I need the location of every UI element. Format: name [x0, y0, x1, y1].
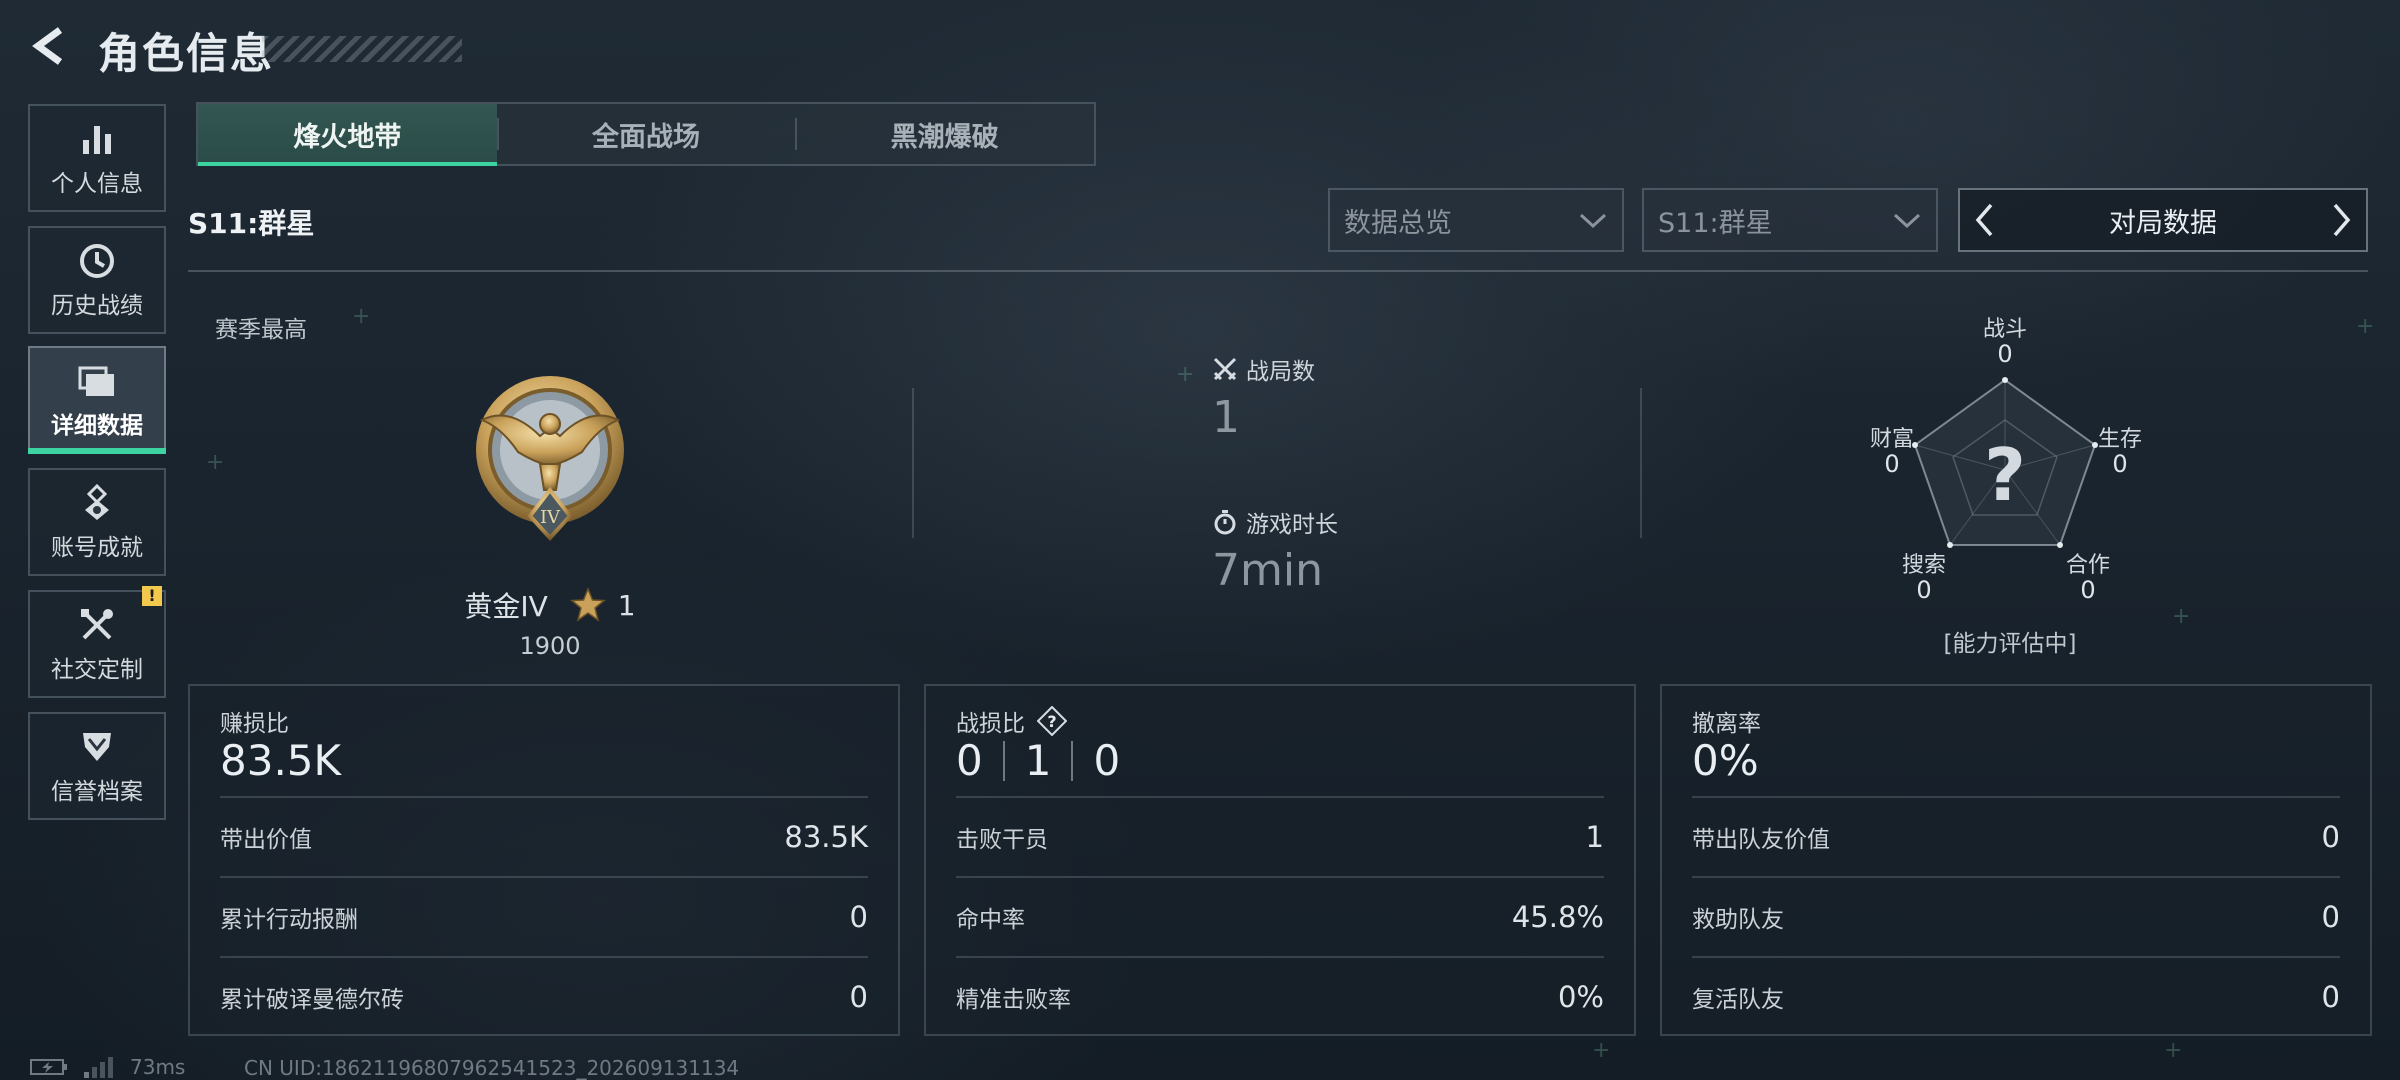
svg-text:IV: IV [540, 507, 561, 528]
crossed-swords-icon [1213, 357, 1237, 381]
rank-name: 黄金IV [464, 590, 548, 623]
divider [188, 270, 2368, 272]
stat-row: 击败干员 1 [956, 796, 1604, 876]
profit-ratio-card: 赚损比 83.5K 带出价值 83.5K 累计行动报酬 0 累计破译曼德尔砖 0 [188, 684, 900, 1036]
chevron-down-icon [1579, 213, 1607, 229]
notification-badge: ! [142, 586, 162, 606]
help-icon[interactable]: ? [1037, 706, 1067, 736]
rank-score: 1900 [519, 632, 581, 660]
star-count: 1 [617, 588, 636, 622]
battery-charging-icon [30, 1059, 67, 1075]
title-decoration [262, 36, 462, 62]
stat-row: 带出队友价值 0 [1692, 796, 2340, 876]
matches-label: 战局数 [1246, 359, 1315, 385]
radar-label-survival: 生存 0 [2097, 427, 2142, 478]
kd-value-kills: 0 [956, 736, 983, 785]
stopwatch-icon [1214, 510, 1236, 535]
tab-full-battlefield[interactable]: 全面战场 [496, 104, 796, 164]
season-best-label: 赛季最高 [215, 317, 307, 343]
mode-tabs: 烽火地带 全面战场 黑潮爆破 [196, 102, 1096, 166]
divider [912, 388, 914, 538]
radar-label-cooperation: 合作 0 [2065, 553, 2110, 604]
radar-label-search: 搜索 0 [1901, 553, 1946, 604]
card-title: 战损比 [956, 711, 1025, 737]
status-bar: 73ms [30, 1055, 186, 1079]
chevron-right-icon[interactable] [2316, 190, 2366, 250]
matches-value: 1 [1212, 392, 1240, 443]
sidebar-item-label: 个人信息 [51, 171, 143, 197]
ping-value: 73ms [130, 1055, 186, 1079]
sidebar-item-label: 社交定制 [51, 657, 143, 683]
matches-stat: 战局数 1 [1212, 352, 1315, 443]
radar-label-wealth: 财富 0 [1869, 427, 1914, 478]
chevron-down-icon [1893, 213, 1921, 229]
gold-rank-emblem: IV [476, 376, 624, 541]
radar-status: [能力评估中] [1943, 631, 2077, 657]
stat-row: 带出价值 83.5K [220, 796, 868, 876]
rank-line: 黄金IV 1 [420, 585, 680, 625]
sidebar-item-label: 信誉档案 [51, 779, 143, 805]
svg-text:?: ? [1047, 712, 1056, 731]
stat-row: 命中率 45.8% [956, 876, 1604, 956]
stat-row: 累计破译曼德尔砖 0 [220, 956, 868, 1036]
sidebar-item-label: 详细数据 [51, 413, 143, 439]
season-title: S11:群星 [188, 207, 315, 240]
radar-label-combat: 战斗 0 [1982, 317, 2027, 368]
stat-row: 救助队友 0 [1692, 876, 2340, 956]
kd-ratio-card: 战损比 ? 0 1 0 击败干员 1 命中率 45.8% 精准击败率 0% [924, 684, 1636, 1036]
tab-dark-tide-demolition[interactable]: 黑潮爆破 [795, 104, 1094, 164]
clock-icon [76, 240, 118, 282]
bar-chart-icon [76, 118, 118, 160]
shield-icon [76, 726, 118, 768]
playtime-value: 7min [1212, 545, 1323, 596]
divider [1640, 388, 1642, 538]
card-big-value: 0% [1692, 736, 1759, 785]
playtime-label: 游戏时长 [1246, 512, 1338, 538]
page-title: 角色信息 [98, 29, 275, 78]
card-title: 撤离率 [1692, 711, 1761, 737]
extraction-rate-card: 撤离率 0% 带出队友价值 0 救助队友 0 复活队友 0 [1660, 684, 2372, 1036]
match-data-stepper: 对局数据 [1958, 188, 2368, 252]
star-icon [569, 587, 606, 622]
season-dropdown[interactable]: S11:群星 [1642, 188, 1938, 252]
stat-row: 精准击败率 0% [956, 956, 1604, 1036]
stat-row: 累计行动报酬 0 [220, 876, 868, 956]
sidebar-item-credit-record[interactable]: 信誉档案 [28, 712, 166, 820]
playtime-stat: 游戏时长 7min [1212, 505, 1338, 596]
folders-icon [76, 360, 118, 402]
sidebar-item-label: 历史战绩 [51, 293, 143, 319]
back-arrow-icon[interactable] [28, 24, 72, 68]
radar-unknown-mark: ? [1984, 433, 2026, 517]
kd-big-values: 0 1 0 [956, 736, 1120, 785]
sidebar-item-detailed-data[interactable]: 详细数据 [28, 346, 166, 454]
chevron-left-icon[interactable] [1960, 190, 2010, 250]
sidebar-item-history[interactable]: 历史战绩 [28, 226, 166, 334]
overview-dropdown[interactable]: 数据总览 [1328, 188, 1624, 252]
signal-icon [84, 1057, 113, 1078]
uid-text: CN UID:186211968079625415​23_20260913113… [244, 1056, 740, 1080]
card-title: 赚损比 [220, 711, 289, 737]
sidebar-item-achievements[interactable]: 账号成就 [28, 468, 166, 576]
tools-icon [76, 604, 118, 646]
sidebar-item-social-custom[interactable]: 社交定制 ! [28, 586, 166, 698]
card-big-value: 83.5K [220, 736, 342, 785]
dropdown-value: 数据总览 [1344, 207, 1452, 239]
kd-value-assists: 0 [1093, 736, 1121, 785]
sidebar-item-personal-info[interactable]: 个人信息 [28, 104, 166, 212]
dropdown-value: S11:群星 [1658, 207, 1773, 239]
stat-row: 复活队友 0 [1692, 956, 2340, 1036]
match-data-label: 对局数据 [2109, 207, 2217, 239]
medal-icon [76, 482, 118, 524]
sidebar-item-label: 账号成就 [51, 535, 143, 561]
kd-value-deaths: 1 [1024, 736, 1052, 785]
tab-beacon-zone[interactable]: 烽火地带 [198, 104, 497, 166]
